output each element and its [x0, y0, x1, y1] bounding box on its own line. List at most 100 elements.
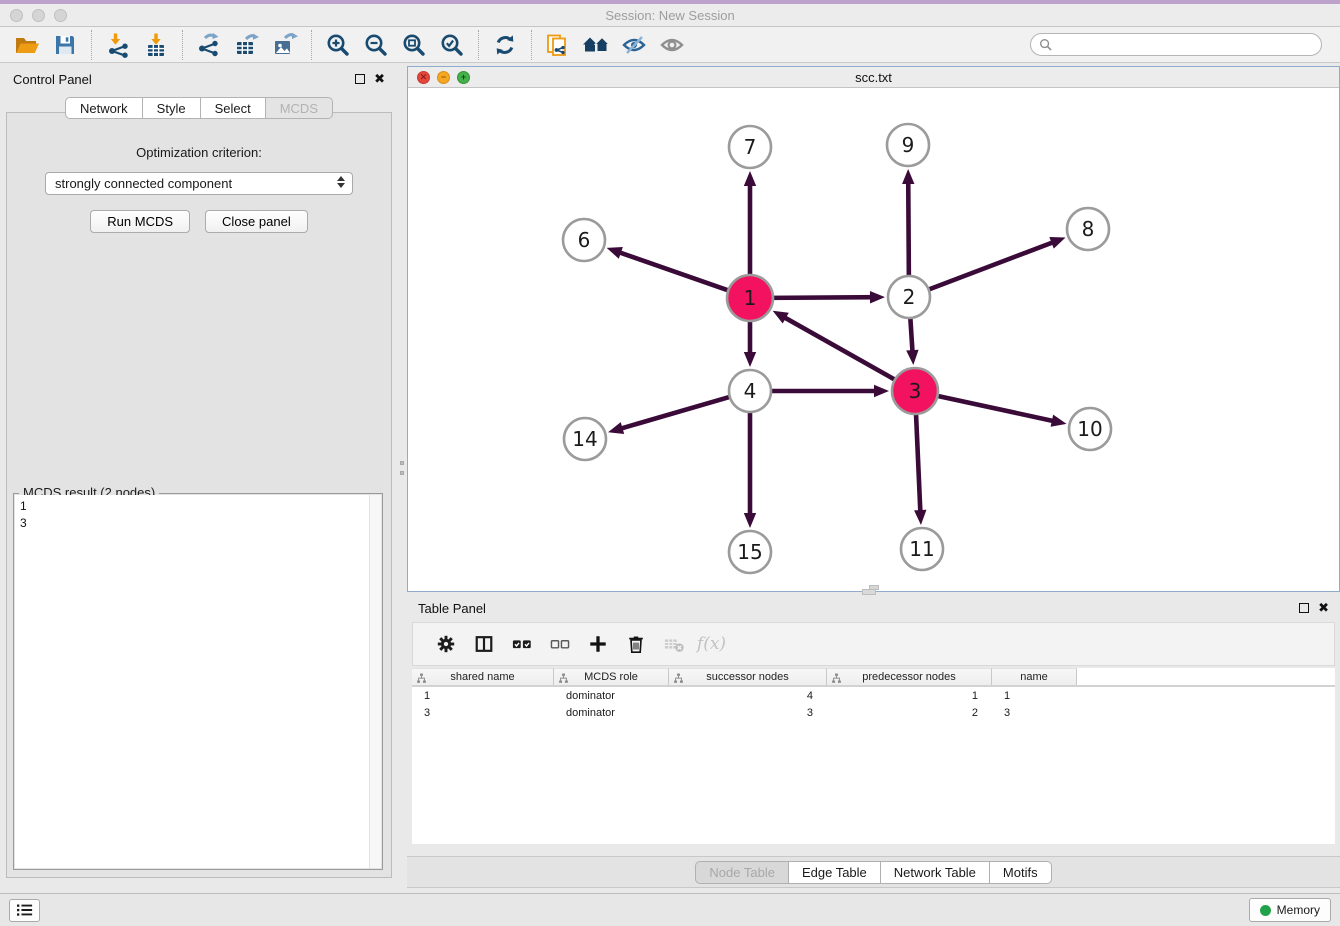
- tab-style[interactable]: Style: [142, 97, 201, 119]
- select-all-button[interactable]: [505, 627, 538, 661]
- table-row[interactable]: 3dominator323: [412, 704, 1335, 721]
- minimize-network-icon[interactable]: −: [437, 71, 450, 84]
- table-panel-title: Table Panel: [418, 601, 486, 616]
- add-row-button[interactable]: [581, 627, 614, 661]
- column-header-successor-nodes[interactable]: successor nodes: [669, 668, 827, 685]
- network-window-controls: ✕ − +: [417, 71, 470, 84]
- arrowhead-2-3: [906, 350, 918, 365]
- zoom-selected-icon: [439, 32, 465, 58]
- arrowhead-1-6: [607, 247, 623, 259]
- float-panel-icon[interactable]: [355, 74, 365, 84]
- function-builder-icon: f(x): [697, 634, 726, 654]
- export-network-button[interactable]: [190, 29, 228, 61]
- maximize-network-icon[interactable]: +: [457, 71, 470, 84]
- result-scrollbar[interactable]: [369, 495, 381, 868]
- edge-2-3[interactable]: [910, 316, 913, 356]
- first-neighbors-button[interactable]: [577, 29, 615, 61]
- sort-tree-icon: [831, 673, 842, 684]
- zoom-selected-button[interactable]: [433, 29, 471, 61]
- arrowhead-2-9: [902, 169, 914, 184]
- show-all-button[interactable]: [653, 29, 691, 61]
- deselect-all-button[interactable]: [543, 627, 576, 661]
- zoom-in-button[interactable]: [319, 29, 357, 61]
- close-panel-icon[interactable]: ✖: [374, 74, 385, 84]
- edge-2-9[interactable]: [908, 178, 909, 278]
- column-header-shared-name[interactable]: shared name: [412, 668, 554, 685]
- search-input[interactable]: [1057, 38, 1313, 52]
- tab-select[interactable]: Select: [200, 97, 266, 119]
- delete-table-button: [657, 627, 690, 661]
- tab-edge-table[interactable]: Edge Table: [788, 861, 881, 884]
- mcds-result-textarea[interactable]: 1 3: [15, 495, 381, 868]
- tab-network[interactable]: Network: [65, 97, 143, 119]
- cell-MCDS-role: dominator: [554, 690, 669, 702]
- memory-button[interactable]: Memory: [1249, 898, 1331, 922]
- toolbar-separator: [311, 30, 312, 60]
- cell-predecessor-nodes: 2: [827, 707, 992, 719]
- vertical-splitter-grip[interactable]: [399, 452, 404, 484]
- delete-table-icon: [663, 634, 685, 654]
- dropdown-stepper-icon: [337, 176, 345, 188]
- export-table-button[interactable]: [228, 29, 266, 61]
- zoom-in-icon: [325, 32, 351, 58]
- apply-preferred-layout-icon: [492, 32, 518, 58]
- delete-row-button[interactable]: [619, 627, 652, 661]
- show-all-icon: [659, 32, 685, 58]
- close-panel-button[interactable]: Close panel: [205, 210, 308, 233]
- edge-4-14[interactable]: [617, 396, 732, 429]
- edge-1-6[interactable]: [615, 251, 730, 291]
- edge-3-11[interactable]: [916, 412, 921, 516]
- cell-MCDS-role: dominator: [554, 707, 669, 719]
- table-toolbar: f(x): [412, 622, 1335, 666]
- run-mcds-button[interactable]: Run MCDS: [90, 210, 190, 233]
- apply-preferred-layout-button[interactable]: [486, 29, 524, 61]
- close-network-icon[interactable]: ✕: [417, 71, 430, 84]
- arrowhead-4-15: [744, 513, 756, 528]
- show-panels-button[interactable]: [9, 899, 40, 922]
- save-session-button[interactable]: [46, 29, 84, 61]
- node-label-1: 1: [744, 286, 757, 310]
- copy-network-button[interactable]: [539, 29, 577, 61]
- edge-1-2[interactable]: [771, 297, 876, 298]
- column-header-label: MCDS role: [584, 671, 638, 683]
- import-network-button[interactable]: [99, 29, 137, 61]
- hide-selected-button[interactable]: [615, 29, 653, 61]
- toolbar-separator: [91, 30, 92, 60]
- show-columns-button[interactable]: [467, 627, 500, 661]
- arrowhead-4-3: [874, 385, 889, 397]
- export-image-button[interactable]: [266, 29, 304, 61]
- toolbar-separator: [531, 30, 532, 60]
- zoom-out-button[interactable]: [357, 29, 395, 61]
- network-canvas[interactable]: 1234678910111415: [408, 89, 1339, 591]
- tab-motifs[interactable]: Motifs: [989, 861, 1052, 884]
- float-table-panel-icon[interactable]: [1299, 603, 1309, 613]
- edge-2-8[interactable]: [927, 241, 1057, 291]
- close-table-panel-icon[interactable]: ✖: [1318, 603, 1329, 613]
- tab-mcds[interactable]: MCDS: [265, 97, 333, 119]
- table-panel-header: Table Panel ✖: [407, 596, 1340, 620]
- column-header-label: shared name: [450, 671, 514, 683]
- arrowhead-1-2: [870, 291, 885, 303]
- zoom-fit-button[interactable]: [395, 29, 433, 61]
- search-box[interactable]: [1030, 33, 1322, 56]
- tab-node-table[interactable]: Node Table: [695, 861, 789, 884]
- column-header-predecessor-nodes[interactable]: predecessor nodes: [827, 668, 992, 685]
- window-title: Session: New Session: [0, 8, 1340, 23]
- table-row[interactable]: 1dominator411: [412, 687, 1335, 704]
- zoom-fit-icon: [401, 32, 427, 58]
- arrowhead-2-8: [1049, 237, 1065, 249]
- criterion-dropdown[interactable]: strongly connected component: [45, 172, 353, 195]
- import-table-button[interactable]: [137, 29, 175, 61]
- table-settings-icon: [436, 634, 456, 654]
- edge-3-10[interactable]: [936, 395, 1058, 422]
- horizontal-splitter-grip[interactable]: [862, 589, 876, 595]
- first-neighbors-icon: [582, 33, 610, 57]
- table-panel: Table Panel ✖ f(x) shared name MCDS role s…: [407, 596, 1340, 893]
- column-header-MCDS-role[interactable]: MCDS role: [554, 668, 669, 685]
- column-header-name[interactable]: name: [992, 668, 1077, 685]
- open-session-button[interactable]: [8, 29, 46, 61]
- sort-tree-icon: [416, 673, 427, 684]
- edge-3-1[interactable]: [780, 315, 896, 381]
- tab-network-table[interactable]: Network Table: [880, 861, 990, 884]
- table-settings-button[interactable]: [429, 627, 462, 661]
